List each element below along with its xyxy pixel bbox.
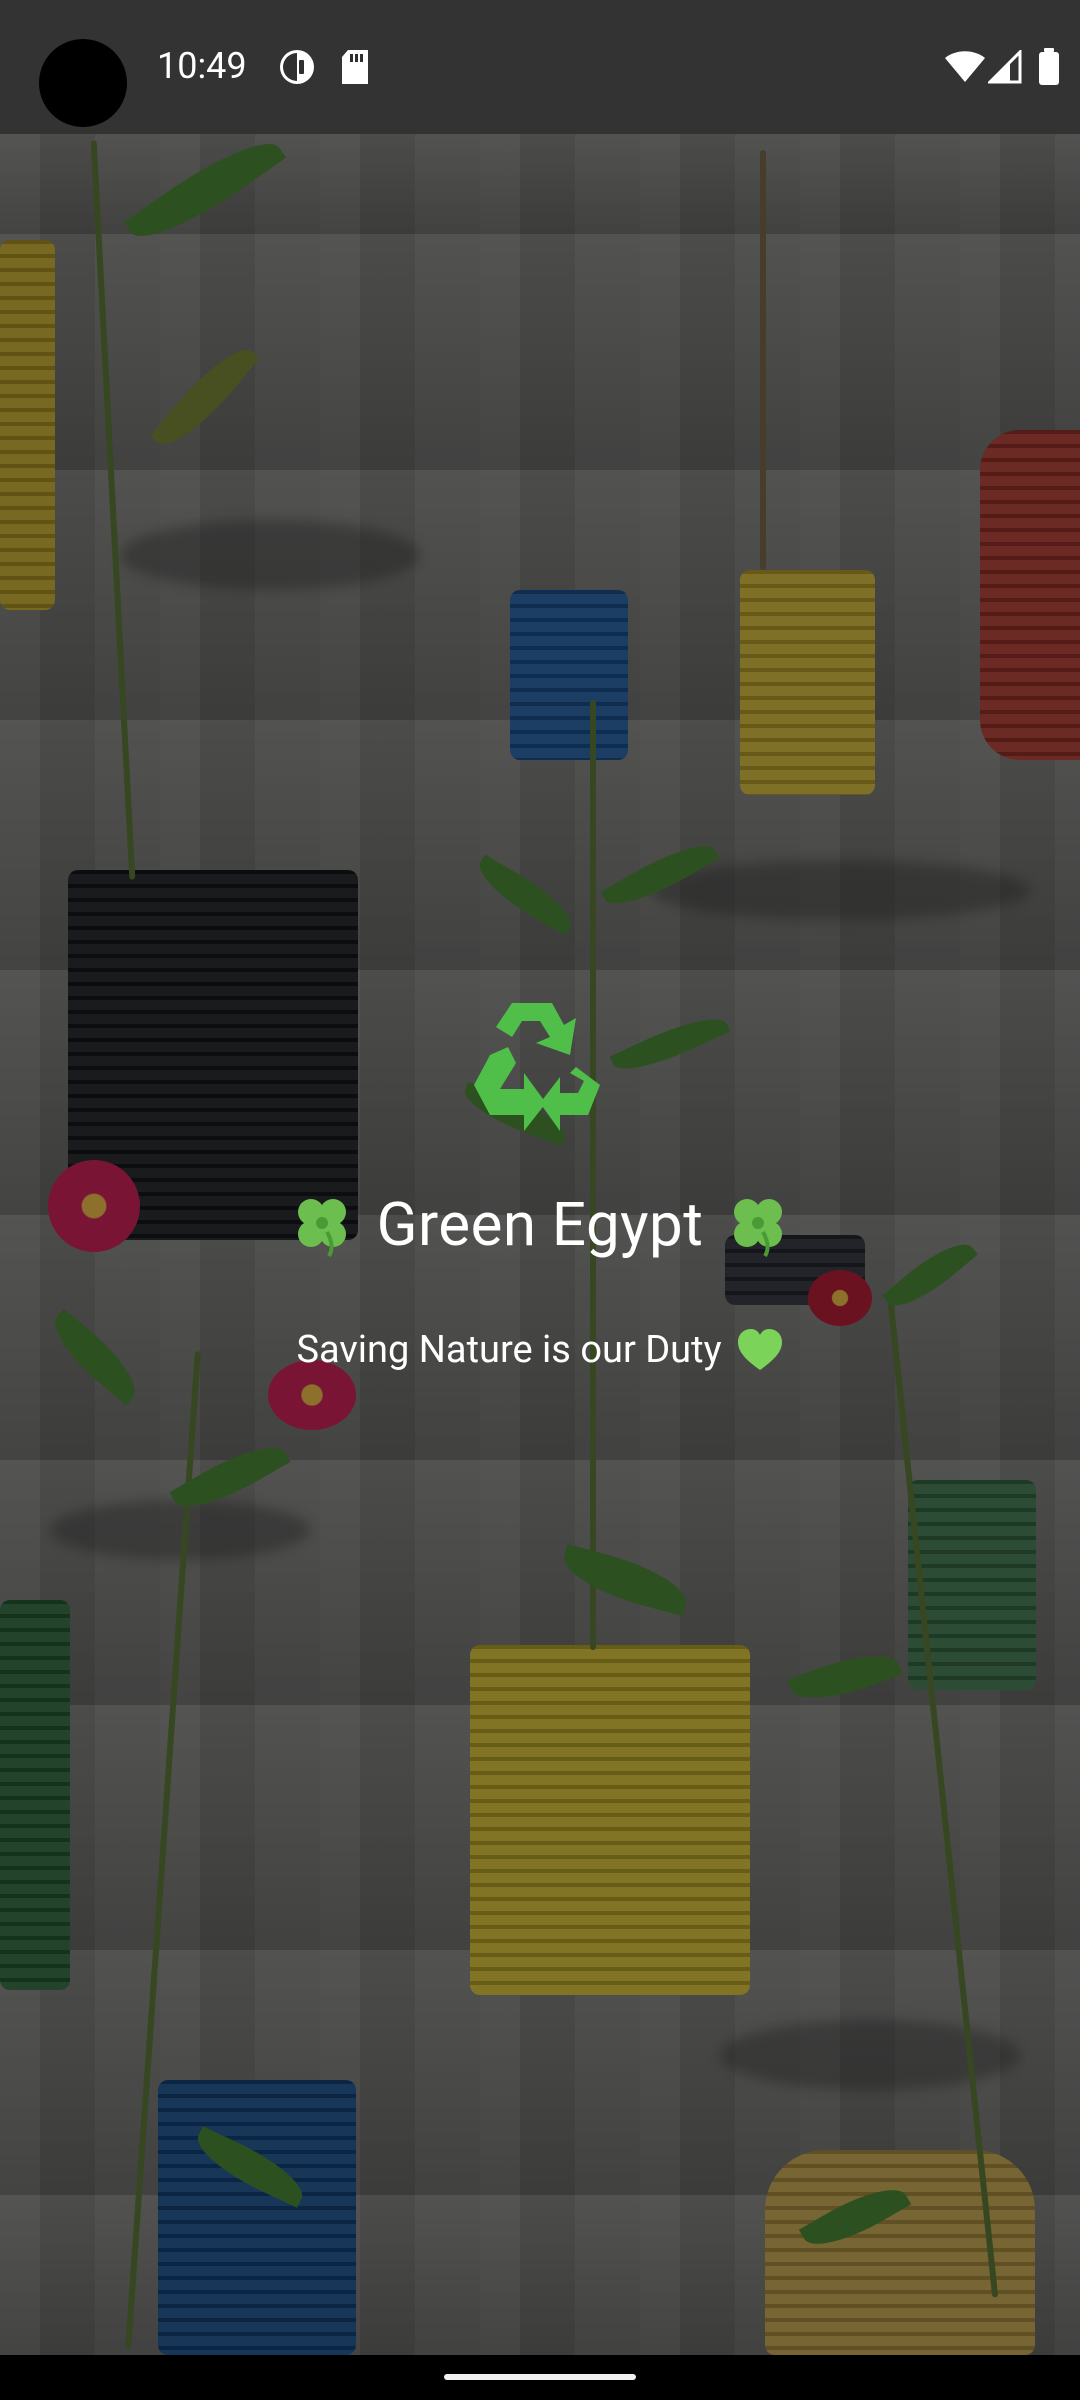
recycle-icon: [460, 985, 620, 1145]
battery-icon: [1038, 48, 1060, 90]
wifi-icon: [944, 50, 986, 88]
sd-card-icon: [340, 48, 370, 90]
home-gesture-handle[interactable]: [444, 2374, 636, 2380]
status-bar: 10:49: [0, 0, 1080, 134]
vpn-icon: [278, 48, 316, 90]
signal-icon: [986, 48, 1022, 88]
tagline-row: Saving Nature is our Duty: [0, 1320, 1080, 1380]
app-title: Green Egypt: [376, 1189, 704, 1260]
front-camera-cutout: [39, 39, 127, 127]
status-time: 10:49: [157, 45, 247, 87]
four-leaf-clover-icon: [289, 1192, 355, 1258]
four-leaf-clover-icon: [725, 1192, 791, 1258]
green-heart-icon: [736, 1326, 784, 1374]
background-dim-overlay: [0, 0, 1080, 2355]
app-title-row: Green Egypt: [0, 1180, 1080, 1270]
tagline: Saving Nature is our Duty: [296, 1328, 722, 1372]
